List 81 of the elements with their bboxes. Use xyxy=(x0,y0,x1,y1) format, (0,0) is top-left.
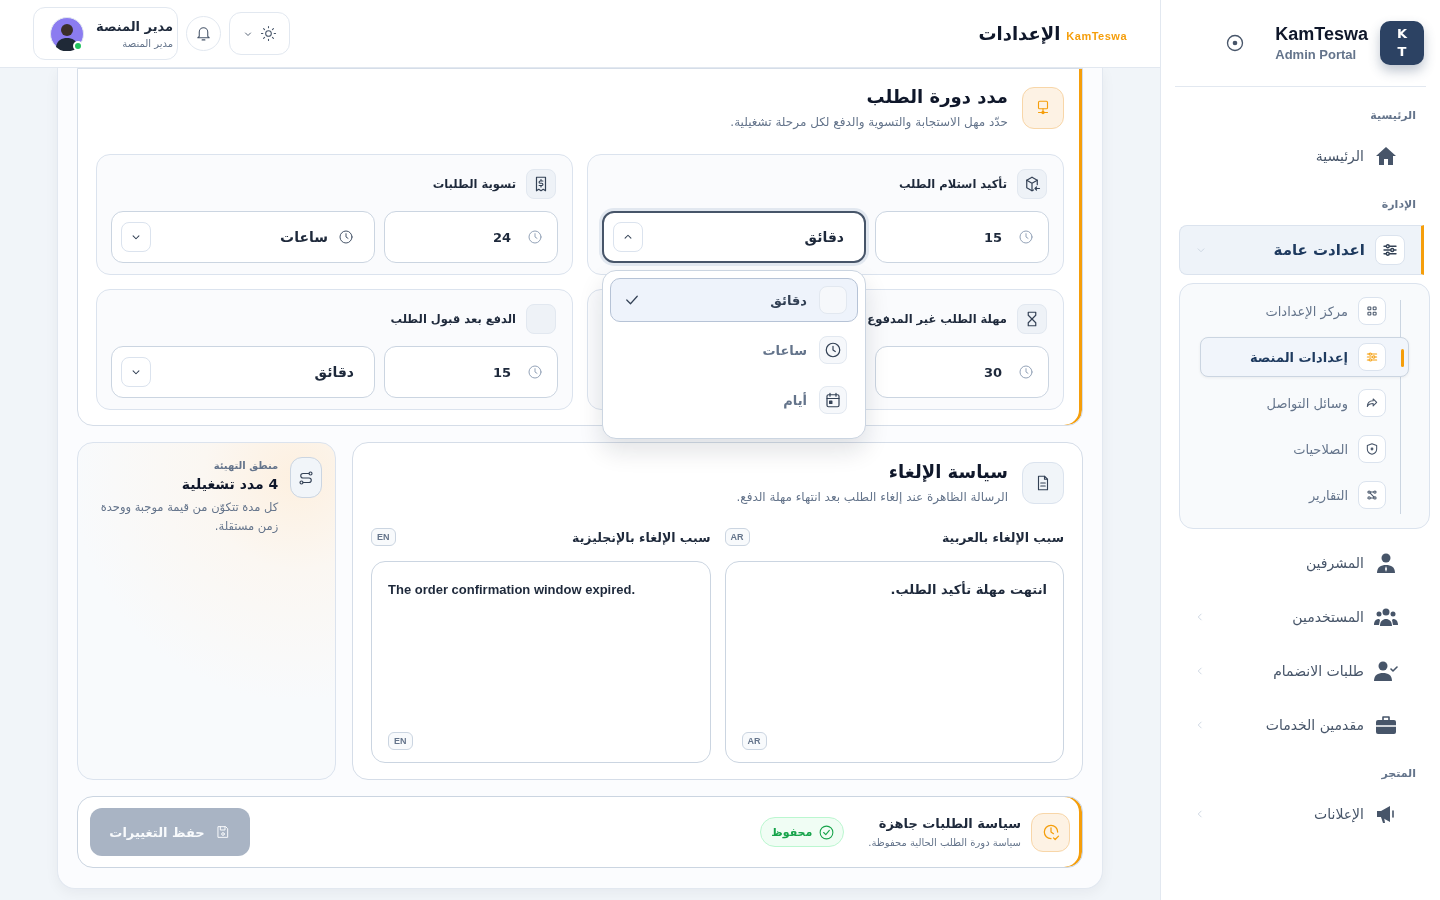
nodes-icon xyxy=(1365,488,1379,502)
clock-icon xyxy=(527,364,543,380)
grid-icon xyxy=(1365,304,1379,318)
sidebar-item[interactable]: اعدادت عامة xyxy=(1179,225,1424,275)
section-title: المتجر xyxy=(1380,767,1417,780)
language-badge: EN xyxy=(388,732,413,750)
submenu-item[interactable]: الصلاحيات xyxy=(1200,429,1409,469)
submenu-item[interactable]: التقارير xyxy=(1200,475,1409,515)
logo: K T xyxy=(1380,21,1424,65)
language-badge: AR xyxy=(724,528,750,546)
card-description: كل مدة تتكوّن من قيمة موجبة ووحدة زمن مستقلة. xyxy=(99,499,279,535)
user-icon xyxy=(1374,551,1398,575)
clock-icon xyxy=(338,229,354,245)
sidebar-item[interactable]: مقدمين الخدمات xyxy=(1179,705,1426,745)
brand-subtitle: Admin Portal xyxy=(1275,47,1357,62)
card-title: الدفع بعد قبول الطلب xyxy=(390,312,516,326)
submenu-item[interactable]: مركز الإعدادات xyxy=(1200,291,1409,331)
text-area[interactable]: The order confirmation window expired. EN xyxy=(371,561,711,763)
page-title: الإعدادات xyxy=(978,23,1061,44)
sidebar-item[interactable]: المشرفين xyxy=(1179,543,1426,583)
notifications-button[interactable] xyxy=(186,16,222,51)
number-field[interactable]: 15 xyxy=(875,211,1049,263)
sidebar-item[interactable]: المستخدمين xyxy=(1179,597,1426,637)
sidebar-item[interactable]: طلبات الانضمام xyxy=(1179,651,1426,691)
status-title: سياسة الطلبات جاهزة xyxy=(877,816,1021,831)
status-subtitle: سياسة دورة الطلب الحالية محفوظة. xyxy=(868,837,1021,848)
sliders-icon xyxy=(1381,241,1399,259)
dropdown-option[interactable]: أيام xyxy=(610,378,858,422)
unit-select[interactable]: دقائق xyxy=(602,211,866,263)
brand-name: KamTeswa xyxy=(1275,24,1368,45)
section-title: الإدارة xyxy=(1380,198,1417,211)
clock-icon xyxy=(1018,229,1034,245)
calendar-icon xyxy=(824,391,842,409)
submenu-item[interactable]: وسائل التواصل xyxy=(1200,383,1409,423)
sidebar-item[interactable]: الإعلانات xyxy=(1179,794,1426,834)
unit-select[interactable]: ساعات xyxy=(111,211,375,263)
card-title: مهلة الطلب غير المدفوع xyxy=(867,312,1007,326)
submenu-item[interactable]: إعدادات المنصة xyxy=(1200,337,1409,377)
number-field[interactable]: 30 xyxy=(875,346,1049,398)
user-check-icon xyxy=(1374,659,1398,683)
icon-tile xyxy=(526,304,556,334)
number-field[interactable]: 15 xyxy=(384,346,558,398)
field-label: سبب الإلغاء بالعربية xyxy=(941,529,1064,545)
profile-menu[interactable]: مدير المنصة مدير المنصة xyxy=(33,7,179,60)
saved-badge: محفوظ xyxy=(760,817,845,847)
clock-icon xyxy=(1018,364,1034,380)
field-label: سبب الإلغاء بالإنجليزية xyxy=(572,529,711,545)
card-title: 4 مدد تشغيلية xyxy=(180,476,279,492)
sliders-icon xyxy=(1365,350,1379,364)
dropdown-option[interactable]: دقائق xyxy=(610,278,858,322)
eyebrow-label: منطق التهيئة xyxy=(212,460,279,471)
brand-label: KamTeswa xyxy=(1066,29,1127,42)
number-field[interactable]: 24 xyxy=(384,211,558,263)
check-circle-icon xyxy=(818,823,836,841)
section-subtitle: الرسالة الظاهرة عند إلغاء الطلب بعد انتهاء مهلة الدفع. xyxy=(736,490,1008,504)
language-badge: AR xyxy=(741,732,767,750)
sun-icon xyxy=(260,25,278,42)
box-arrow-icon xyxy=(1023,175,1041,193)
theme-toggle[interactable] xyxy=(229,12,291,55)
avatar xyxy=(50,16,84,51)
user-name: مدير المنصة xyxy=(96,18,174,34)
user-role: مدير المنصة xyxy=(122,37,174,49)
route-icon xyxy=(297,468,316,487)
target-icon xyxy=(1225,33,1246,53)
section-title: سياسة الإلغاء xyxy=(887,461,1008,482)
unit-select[interactable]: دقائق xyxy=(111,346,375,398)
clock-icon xyxy=(527,229,543,245)
shield-icon xyxy=(1365,442,1379,456)
section-title: مدد دورة الطلب xyxy=(865,86,1008,107)
language-badge: EN xyxy=(371,528,396,546)
card-title: تأكيد استلام الطلب xyxy=(898,177,1007,191)
sidebar-item[interactable]: الرئيسية xyxy=(1179,136,1426,176)
house-icon xyxy=(1374,144,1398,168)
briefcase-icon xyxy=(1374,713,1398,737)
section-title: الرئيسية xyxy=(1369,109,1417,122)
card-title: تسوية الطلبات xyxy=(432,177,516,191)
dropdown-option[interactable]: ساعات xyxy=(610,328,858,372)
section-subtitle: حدّد مهل الاستجابة والتسوية والدفع لكل مرحلة تشغيلية. xyxy=(730,115,1008,129)
clock-icon xyxy=(824,341,842,359)
share-icon xyxy=(1365,396,1379,410)
bell-icon xyxy=(195,25,213,42)
